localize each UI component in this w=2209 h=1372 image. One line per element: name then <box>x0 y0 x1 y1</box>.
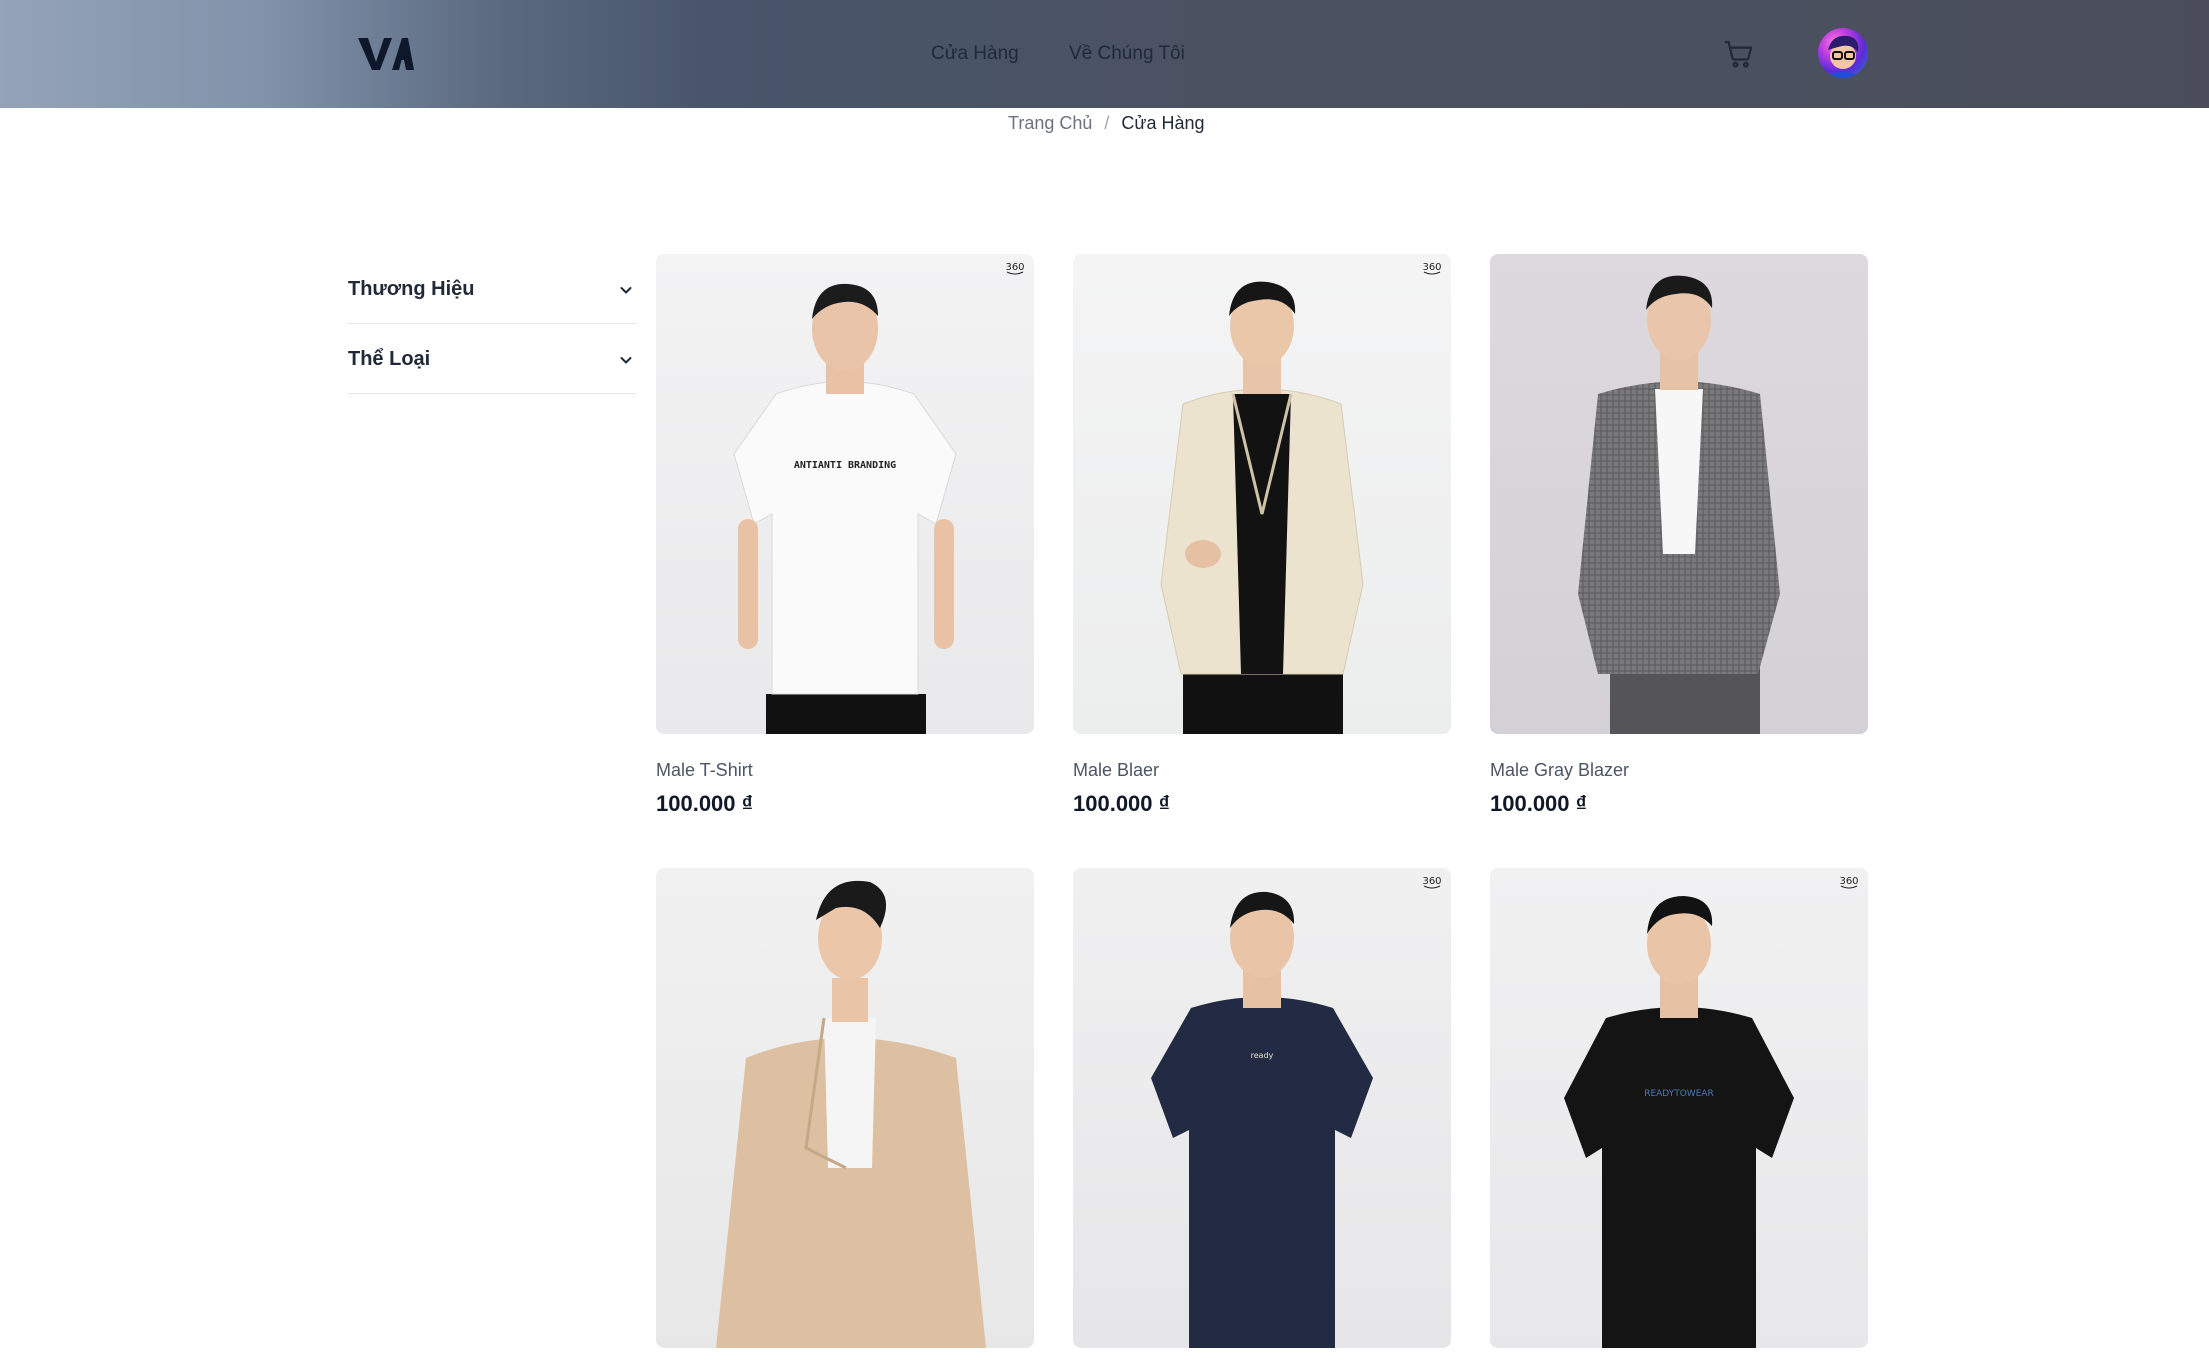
svg-text:ready: ready <box>1251 1051 1274 1060</box>
user-avatar[interactable] <box>1818 28 1868 78</box>
product-price: 100.000 ₫ <box>656 791 753 816</box>
black-tshirt-model-image: READYTOWEAR <box>1564 896 1794 1348</box>
breadcrumb-current: Cửa Hàng <box>1121 113 1205 133</box>
svg-text:360: 360 <box>1839 876 1858 887</box>
product-image[interactable]: ANTIANTI BRANDING 360 <box>656 254 1034 734</box>
product-name[interactable]: Male Gray Blazer <box>1490 758 1868 782</box>
shopping-cart-icon[interactable] <box>1722 37 1756 71</box>
product-name[interactable]: Male T-Shirt <box>656 758 1034 782</box>
svg-text:360: 360 <box>1422 262 1441 273</box>
product-image[interactable]: ready 360 <box>1073 868 1451 1348</box>
product-card[interactable] <box>656 868 1034 1372</box>
product-card[interactable]: ready 360 <box>1073 868 1451 1372</box>
filter-category-label: Thể Loại <box>348 348 431 370</box>
product-image[interactable]: READYTOWEAR 360 <box>1490 868 1868 1348</box>
shirt-print-text: READYTOWEAR <box>1644 1089 1714 1099</box>
view-360-icon[interactable]: 360 <box>1838 872 1860 890</box>
product-name[interactable]: Male Blaer <box>1073 758 1451 782</box>
beige-blazer-model-image <box>1160 281 1364 734</box>
nav-shop[interactable]: Cửa Hàng <box>931 40 1019 68</box>
breadcrumb-home[interactable]: Trang Chủ <box>1008 113 1092 133</box>
filter-sidebar: Thương Hiệu Thể Loại <box>348 254 636 394</box>
product-card[interactable]: Male Gray Blazer 100.000 ₫ <box>1490 254 1868 818</box>
tshirt-model-image: ANTIANTI BRANDING <box>733 283 957 734</box>
filter-category[interactable]: Thể Loại <box>348 324 636 394</box>
svg-text:360: 360 <box>1005 262 1024 273</box>
product-price: 100.000 ₫ <box>1073 791 1170 816</box>
filter-brand[interactable]: Thương Hiệu <box>348 254 636 324</box>
product-image[interactable]: 360 <box>1073 254 1451 734</box>
shirt-print-text: ANTIANTI BRANDING <box>794 460 896 471</box>
chevron-down-icon[interactable] <box>618 352 634 368</box>
product-card[interactable]: READYTOWEAR 360 <box>1490 868 1868 1372</box>
va-logo[interactable] <box>356 34 414 74</box>
product-image[interactable] <box>656 868 1034 1348</box>
breadcrumb-separator: / <box>1104 113 1110 133</box>
product-card[interactable]: 360 Male Blaer 100.000 ₫ <box>1073 254 1451 818</box>
nav-about-us[interactable]: Về Chúng Tôi <box>1069 40 1185 68</box>
view-360-icon[interactable]: 360 <box>1004 258 1026 276</box>
view-360-icon[interactable]: 360 <box>1421 258 1443 276</box>
tan-blazer-model-image <box>716 880 986 1348</box>
chevron-down-icon[interactable] <box>618 282 634 298</box>
view-360-icon[interactable]: 360 <box>1421 872 1443 890</box>
avatar-illustration <box>1824 35 1862 78</box>
breadcrumb: Trang Chủ / Cửa Hàng <box>1008 108 1204 138</box>
product-price: 100.000 ₫ <box>1490 791 1587 816</box>
product-card[interactable]: ANTIANTI BRANDING 360 Male T-Shirt 100.0… <box>656 254 1034 818</box>
gray-blazer-model-image <box>1578 275 1780 734</box>
product-image[interactable] <box>1490 254 1868 734</box>
navy-tshirt-model-image: ready <box>1151 891 1373 1348</box>
top-navigation-bar: Cửa Hàng Về Chúng Tôi <box>0 0 2209 108</box>
svg-text:360: 360 <box>1422 876 1441 887</box>
filter-brand-label: Thương Hiệu <box>348 278 475 300</box>
